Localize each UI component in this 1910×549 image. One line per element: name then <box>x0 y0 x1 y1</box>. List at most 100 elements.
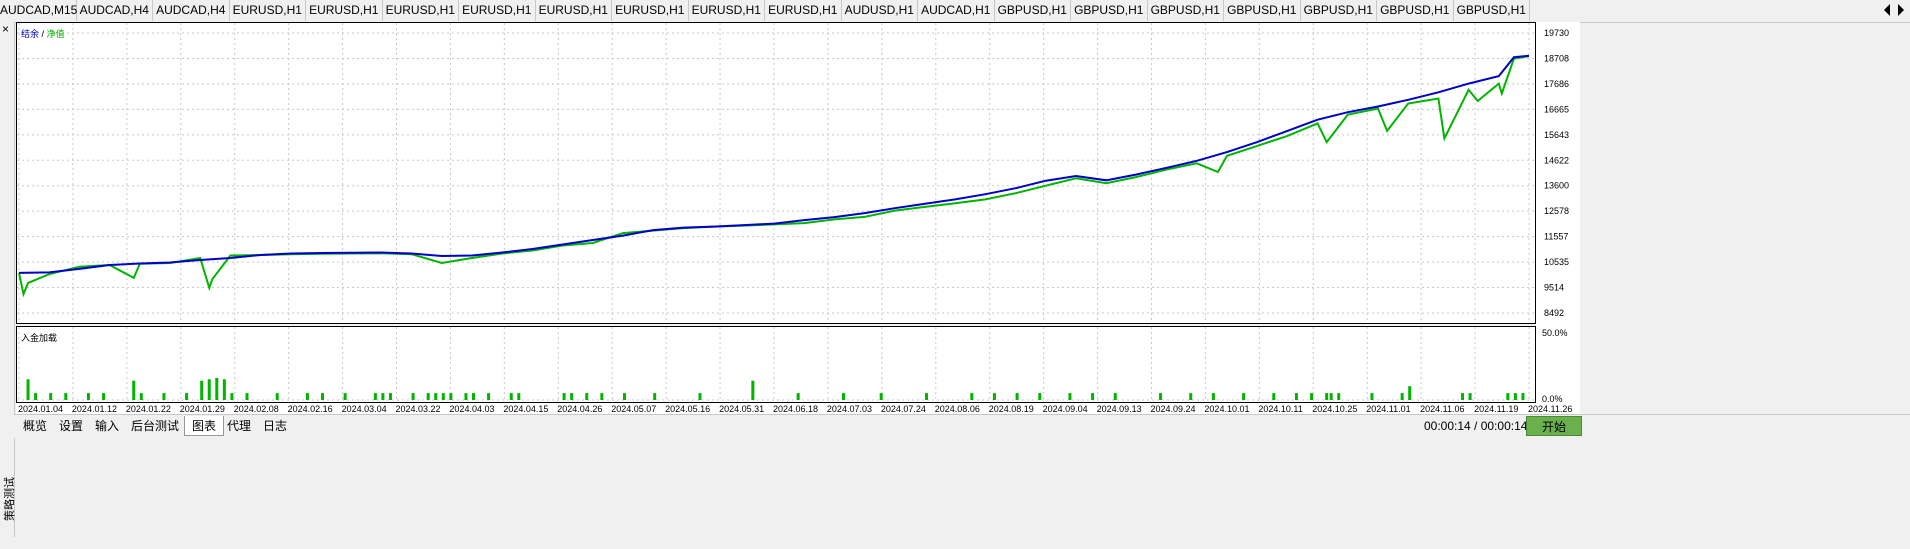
deposit-load-plot <box>17 327 1535 402</box>
date-tick-label: 2024.08.19 <box>989 404 1034 414</box>
symbol-tab[interactable]: GBPUSD,H1 <box>995 0 1071 21</box>
load-bar <box>139 393 143 400</box>
tab-2[interactable]: 输入 <box>88 416 126 436</box>
symbol-tab[interactable]: AUDCAD,H1 <box>918 0 995 21</box>
load-bar <box>64 393 68 400</box>
tab-1[interactable]: 设置 <box>52 416 90 436</box>
load-bar <box>1159 393 1163 400</box>
load-bar <box>1506 393 1510 400</box>
load-bar <box>653 393 657 400</box>
tester-bottom-bar: 概览 设置 输入 后台测试 图表 代理 日志 00:00:14 / 00:00:14 开始 <box>14 414 1910 438</box>
load-bar <box>751 380 755 400</box>
symbol-tab[interactable]: EURUSD,H1 <box>306 0 383 21</box>
date-tick-label: 2024.05.16 <box>665 404 710 414</box>
tab-4[interactable]: 图表 <box>184 416 225 436</box>
date-tick-label: 2024.04.26 <box>557 404 602 414</box>
date-tick-label: 2024.04.03 <box>449 404 494 414</box>
symbol-tab[interactable]: EURUSD,H1 <box>765 0 842 21</box>
symbol-tab[interactable]: EURUSD,H1 <box>459 0 536 21</box>
symbol-tab[interactable]: GBPUSD,H1 <box>1224 0 1301 21</box>
load-bar <box>1461 393 1465 400</box>
load-bar <box>464 393 468 400</box>
date-tick-label: 2024.02.16 <box>288 404 333 414</box>
date-tick-label: 2024.09.24 <box>1151 404 1196 414</box>
scroll-left-icon[interactable] <box>1884 4 1890 16</box>
symbol-tab[interactable]: AUDCAD,H4 <box>77 0 153 21</box>
date-tick-label: 2024.04.15 <box>503 404 548 414</box>
legend-separator: / <box>41 29 45 39</box>
scroll-right-icon[interactable] <box>1898 4 1904 16</box>
tester-side-strip: × 策略测试 <box>0 22 16 537</box>
tab-5[interactable]: 代理 <box>220 416 258 436</box>
symbol-tab[interactable]: AUDCAD,H4 <box>153 0 230 21</box>
date-tick-label: 2024.05.31 <box>719 404 764 414</box>
symbol-tab[interactable]: GBPUSD,H1 <box>1454 0 1530 21</box>
symbol-tab[interactable]: EURUSD,H1 <box>689 0 765 21</box>
load-bar <box>570 393 574 400</box>
load-bar <box>102 393 106 400</box>
symbol-tab[interactable]: EURUSD,H1 <box>230 0 306 21</box>
load-bar <box>562 393 566 400</box>
date-tick-label: 2024.05.07 <box>611 404 656 414</box>
start-button[interactable]: 开始 <box>1526 416 1582 436</box>
symbol-tab[interactable]: EURUSD,H1 <box>612 0 689 21</box>
symbol-tab[interactable]: EURUSD,H1 <box>536 0 612 21</box>
load-bar <box>388 393 392 400</box>
price-tick-label: 14622 <box>1544 155 1569 165</box>
symbol-tab[interactable]: GBPUSD,H1 <box>1301 0 1377 21</box>
tab-6[interactable]: 日志 <box>256 416 294 436</box>
load-bar <box>841 393 845 400</box>
load-bar <box>1272 393 1276 400</box>
date-tick-label: 2024.10.11 <box>1258 404 1302 414</box>
load-bar <box>162 393 166 400</box>
date-tick-label: 2024.01.04 <box>18 404 63 414</box>
load-bar <box>1068 393 1072 400</box>
date-tick-label: 2024.11.26 <box>1528 404 1572 414</box>
load-bar <box>426 393 430 400</box>
tab-0[interactable]: 概览 <box>16 416 54 436</box>
price-tick-label: 12578 <box>1544 206 1569 216</box>
date-tick-label: 2024.11.01 <box>1366 404 1410 414</box>
load-bar <box>1038 393 1042 400</box>
close-icon[interactable]: × <box>2 22 9 36</box>
load-bar <box>343 393 347 400</box>
load-bar <box>222 379 226 400</box>
symbol-tab[interactable]: GBPUSD,H1 <box>1377 0 1454 21</box>
load-bar <box>321 393 324 400</box>
price-tick-label: 19730 <box>1544 28 1569 38</box>
symbol-tab[interactable]: AUDCAD,M15 <box>0 0 77 21</box>
load-bar <box>1337 393 1341 400</box>
load-bar <box>373 393 377 400</box>
price-tick-label: 17686 <box>1544 79 1569 89</box>
main-legend: 结余 / 净值 <box>21 27 65 40</box>
load-bar <box>1521 393 1525 400</box>
date-tick-label: 2024.01.22 <box>126 404 171 414</box>
load-bar <box>623 393 626 400</box>
symbol-tab[interactable]: EURUSD,H1 <box>383 0 459 21</box>
load-bar <box>796 393 800 400</box>
elapsed-timer: 00:00:14 / 00:00:14 <box>1424 419 1528 433</box>
load-bar <box>1310 393 1314 400</box>
balance-equity-plot <box>17 23 1535 323</box>
price-tick-label: 8492 <box>1544 308 1564 318</box>
symbol-tab[interactable]: GBPUSD,H1 <box>1148 0 1224 21</box>
symbol-tab[interactable]: AUDUSD,H1 <box>842 0 918 21</box>
load-bar <box>441 393 445 400</box>
symbol-tab[interactable]: GBPUSD,H1 <box>1071 0 1148 21</box>
price-tick-label: 18708 <box>1544 53 1569 63</box>
load-bar <box>215 377 219 400</box>
load-bar <box>509 393 513 400</box>
load-bar <box>207 379 211 400</box>
load-bar <box>1329 393 1333 400</box>
load-bar <box>517 393 521 400</box>
date-tick-label: 2024.08.06 <box>935 404 980 414</box>
load-bar <box>1468 393 1472 400</box>
load-bar <box>925 393 928 400</box>
load-bar <box>449 393 453 400</box>
symbol-tab-bar: AUDCAD,M15 AUDCAD,H4 AUDCAD,H4 EURUSD,H1 EUR… <box>0 0 1910 23</box>
load-bar <box>970 393 974 400</box>
price-axis: 19730 18708 17686 16665 15643 14622 13600 12578… <box>1536 22 1580 407</box>
date-tick-label: 2024.01.12 <box>72 404 117 414</box>
tab-3[interactable]: 后台测试 <box>124 416 186 436</box>
price-tick-label: 9514 <box>1544 283 1564 293</box>
